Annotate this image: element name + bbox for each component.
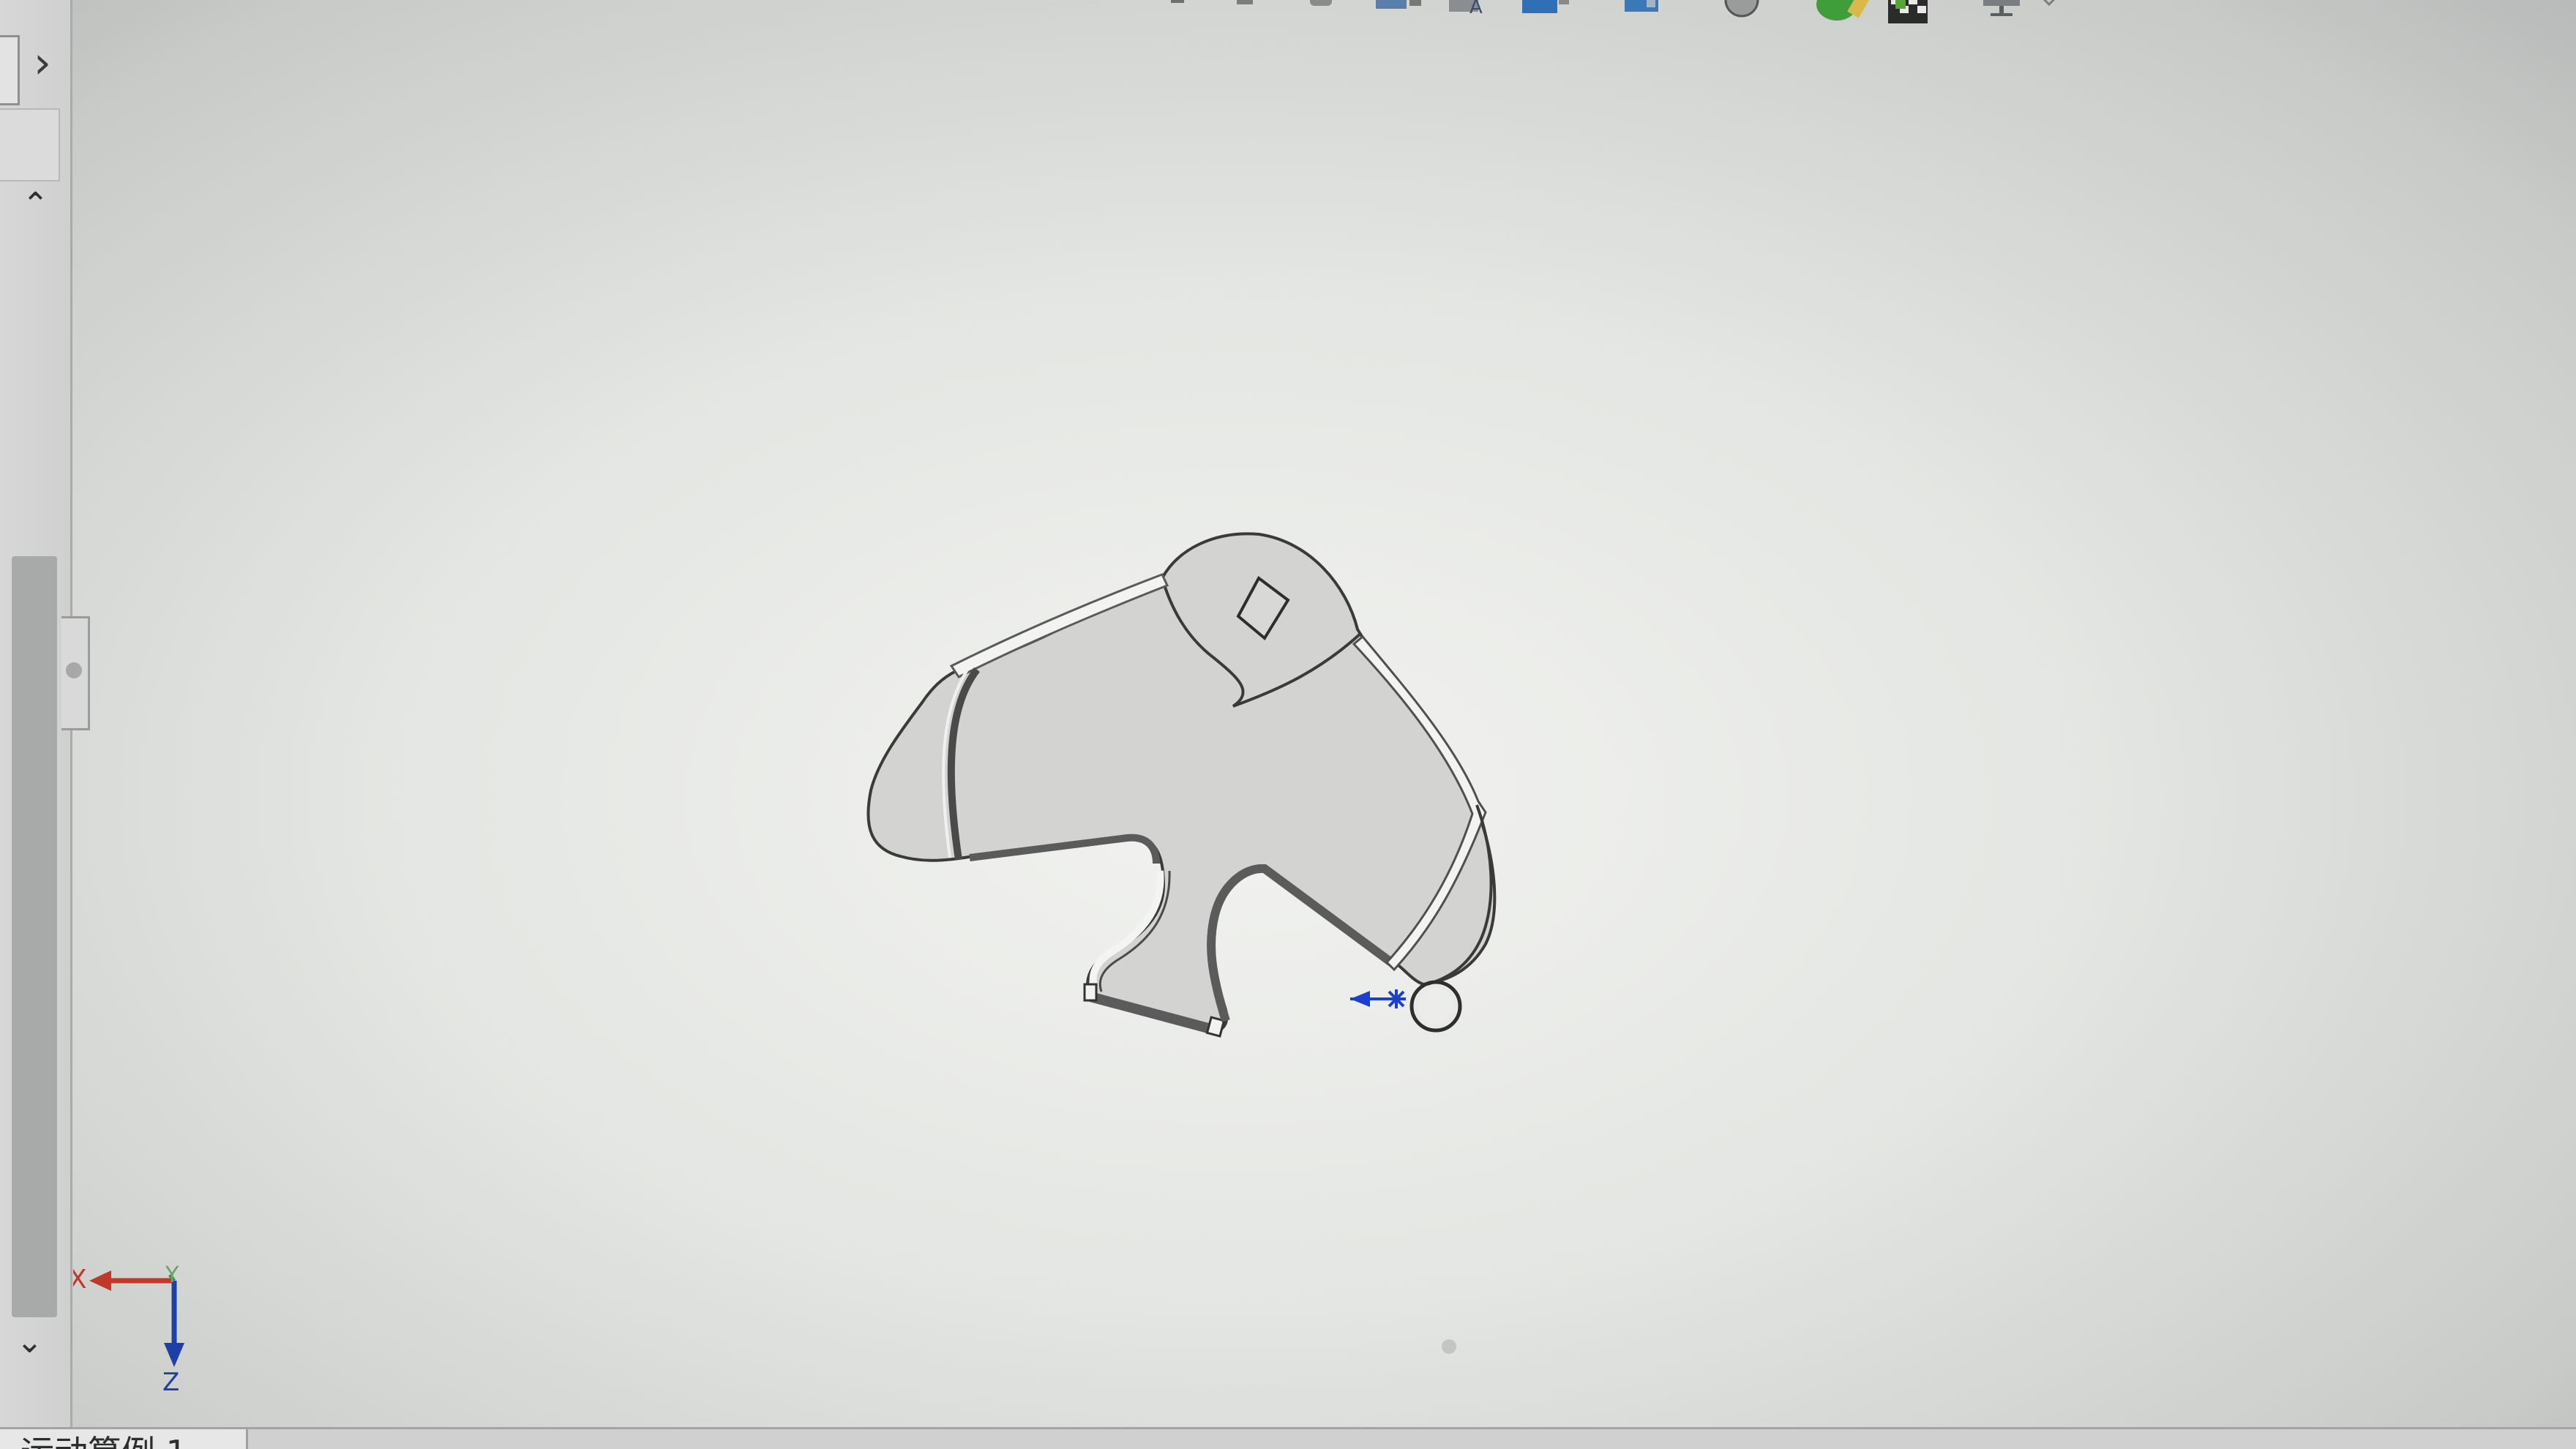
chevron-right-icon: › <box>34 37 51 89</box>
bottom-tab-bar: 运动算例 1 <box>0 1427 2576 1449</box>
panel-tab <box>0 35 20 105</box>
tab-label: 运动算例 1 <box>20 1429 187 1449</box>
expand-panel-button[interactable]: › <box>0 29 66 105</box>
screen-speck <box>1442 1339 1456 1354</box>
triad-y-label: Y <box>165 1262 179 1288</box>
reference-triad: X Y Z <box>73 1262 184 1397</box>
origin-marker-icon[interactable] <box>1350 989 1406 1008</box>
triad-z-label: Z <box>162 1368 179 1397</box>
panel-block <box>0 108 60 181</box>
chevron-up-icon[interactable]: ⌃ <box>22 189 49 221</box>
graphics-viewport[interactable]: X Y Z <box>73 0 2576 1427</box>
origin-ring[interactable] <box>1409 980 1462 1033</box>
chevron-down-icon[interactable]: ⌄ <box>16 1326 43 1358</box>
triad-x-label: X <box>73 1265 87 1295</box>
model-view: X Y Z <box>73 532 1497 1397</box>
sketch-part[interactable] <box>866 532 1497 1038</box>
scrollbar[interactable] <box>12 556 57 1317</box>
origin-ring-inner <box>1415 985 1457 1027</box>
tab-motion-study-1[interactable]: 运动算例 1 <box>0 1429 248 1449</box>
foot-corner-left <box>1083 983 1098 1002</box>
